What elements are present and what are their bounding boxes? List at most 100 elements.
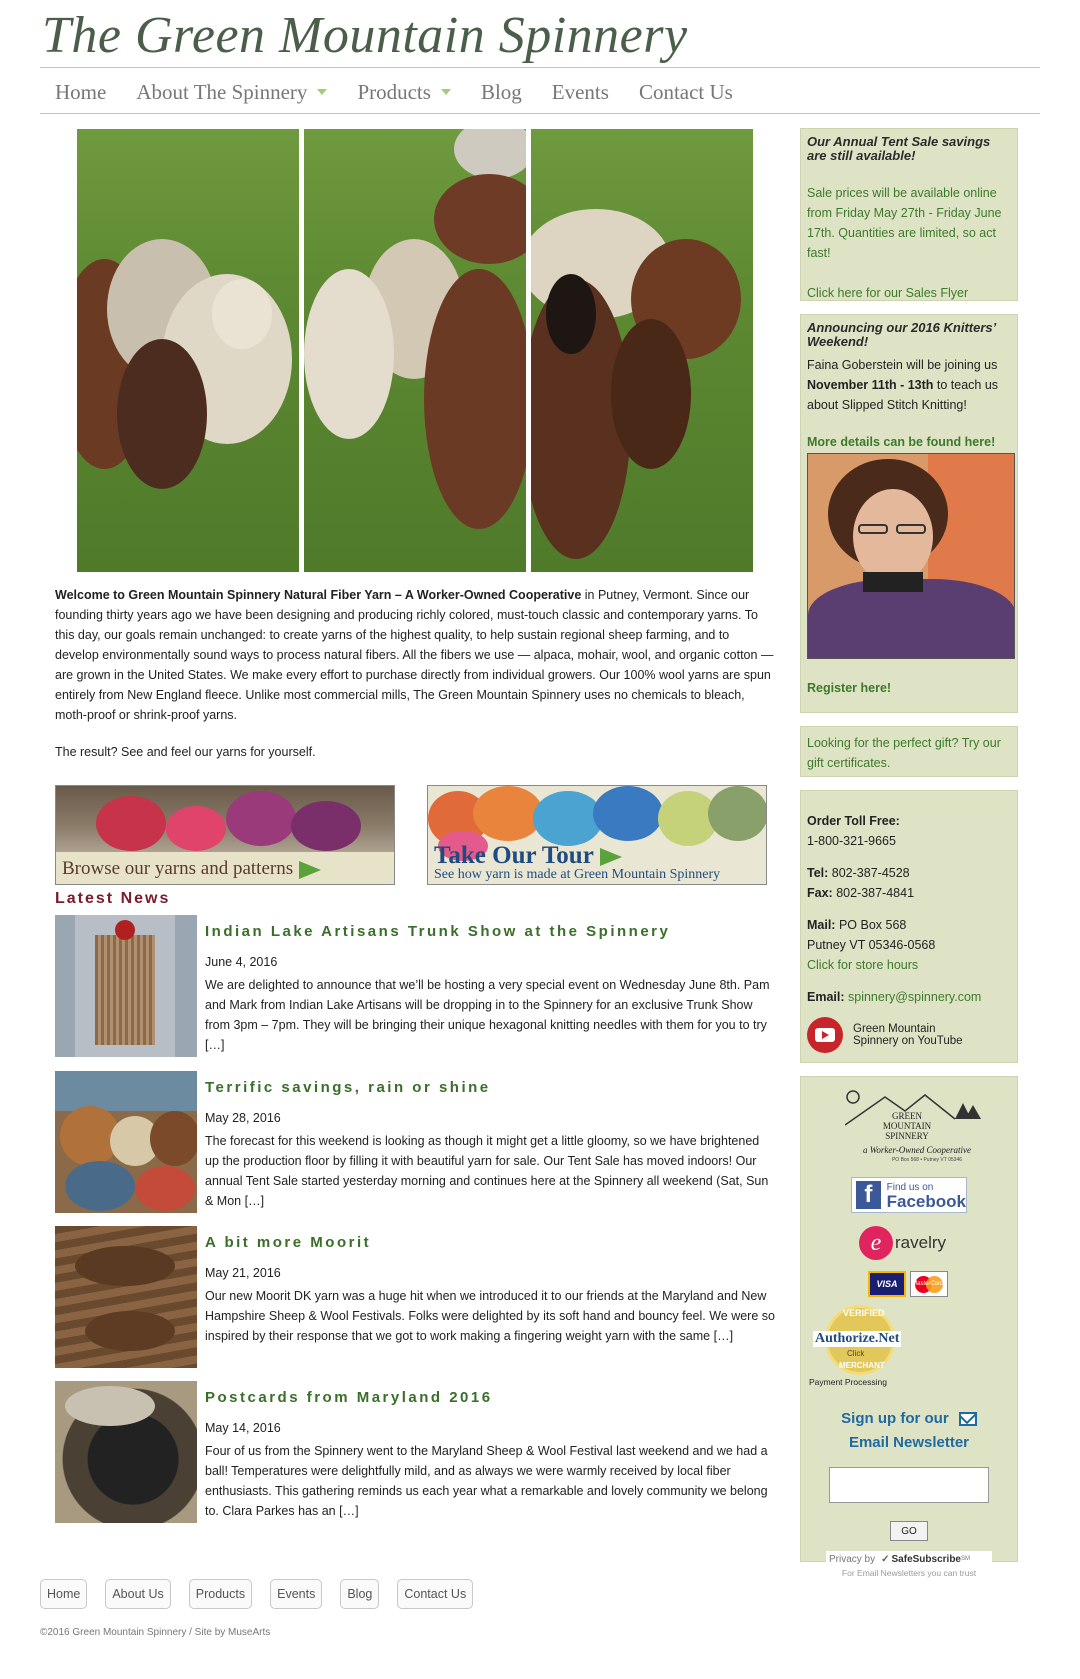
footer-link-contact[interactable]: Contact Us — [397, 1579, 474, 1609]
checkmark-icon: ✓ — [881, 1553, 890, 1565]
card-logos: VISA MasterCard — [868, 1271, 950, 1297]
hero-sheep-triptych — [77, 129, 753, 572]
authorize-net-seal[interactable]: VERIFIED Authorize.Net Click MERCHANT Pa… — [807, 1305, 1011, 1387]
hero-panel-right — [531, 129, 753, 572]
nav-products[interactable]: Products — [357, 80, 451, 105]
newsletter-heading-2: Email Newsletter — [848, 1434, 970, 1451]
gms-logo-line1: GREEN — [892, 1111, 922, 1121]
gift-certificate-text[interactable]: Looking for the perfect gift? Try our gi… — [807, 733, 1011, 773]
hero-panel-left — [77, 129, 299, 572]
authorize-verified: VERIFIED — [843, 1308, 885, 1318]
newsletter-trust: For Email Newsletters you can trust — [841, 1568, 977, 1578]
newsletter-email-input[interactable] — [829, 1467, 989, 1503]
tel-line: Tel: 802-387-4528 — [807, 866, 910, 880]
browse-yarns-banner[interactable]: Browse our yarns and patterns — [55, 785, 395, 885]
nav-label: About The Spinnery — [136, 79, 308, 104]
safesubscribe-badge[interactable]: Privacy by ✓ SafeSubscribe SM — [826, 1551, 992, 1567]
nav-about[interactable]: About The Spinnery — [136, 79, 328, 105]
visa-icon: VISA — [868, 1271, 906, 1297]
gift-certificate-box: Looking for the perfect gift? Try our gi… — [800, 726, 1018, 777]
order-number: 1-800-321-9665 — [807, 834, 896, 848]
nav-home[interactable]: Home — [55, 80, 106, 105]
news-excerpt: The forecast for this weekend is looking… — [205, 1134, 769, 1208]
gms-logo[interactable]: GREEN MOUNTAIN SPINNERY a Worker-Owned C… — [807, 1089, 1011, 1169]
youtube-icon — [807, 1017, 843, 1053]
nav-top-rule — [40, 67, 1040, 68]
news-date: May 21, 2016 — [205, 1266, 281, 1280]
mail-line-2: Putney VT 05346-0568 — [807, 938, 936, 952]
authorize-merchant: MERCHANT — [839, 1361, 885, 1370]
take-tour-subtitle: See how yarn is made at Green Mountain S… — [434, 867, 721, 882]
store-hours-link[interactable]: Click for store hours — [807, 955, 1011, 975]
ravelry-text: ravelry — [895, 1233, 947, 1252]
authorize-name: Authorize.Net — [813, 1331, 902, 1347]
facebook-badge[interactable]: f Find us on Facebook — [851, 1177, 967, 1213]
nav-label: Events — [551, 79, 609, 104]
news-title[interactable]: Terrific savings, rain or shine — [205, 1079, 491, 1096]
arrow-right-icon — [299, 860, 322, 879]
nav-label: Home — [55, 79, 107, 104]
nav-label: Contact Us — [638, 79, 733, 104]
order-toll-free: Order Toll Free: — [807, 814, 900, 828]
authorize-click: Click — [847, 1349, 865, 1358]
news-excerpt: We are delighted to announce that we’ll … — [205, 978, 770, 1052]
authorize-caption: Payment Processing — [809, 1377, 887, 1387]
newsletter-heading-1: Sign up for our — [841, 1410, 949, 1427]
envelope-icon — [958, 1412, 977, 1427]
facebook-icon: f — [856, 1181, 881, 1209]
footer-nav: Home About Us Products Events Blog Conta… — [40, 1579, 481, 1609]
knitters-weekend-body: Faina Goberstein will be joining us Nove… — [807, 358, 999, 412]
footer-link-products[interactable]: Products — [188, 1579, 253, 1609]
news-title[interactable]: Postcards from Maryland 2016 — [205, 1389, 493, 1406]
email-line: Email: spinnery@spinnery.com — [807, 990, 982, 1004]
privacy-by: Privacy by — [829, 1553, 876, 1565]
news-title[interactable]: A bit more Moorit — [205, 1234, 371, 1251]
footer-link-about[interactable]: About Us — [105, 1579, 171, 1609]
gms-logo-tagline: a Worker-Owned Cooperative — [863, 1145, 971, 1155]
welcome-result: The result? See and feel our yarns for y… — [55, 745, 316, 759]
site-title[interactable]: The Green Mountain Spinnery — [42, 6, 688, 65]
footer-link-events[interactable]: Events — [270, 1579, 323, 1609]
footer-link-home[interactable]: Home — [40, 1579, 88, 1609]
ravelry-logo[interactable]: e ravelry — [859, 1225, 959, 1261]
mastercard-icon: MasterCard — [910, 1271, 948, 1297]
gms-logo-address: PO Box 568 • Putney VT 05346 — [891, 1157, 963, 1163]
news-thumbnail-sheep-closeup[interactable] — [55, 1381, 197, 1523]
hero-panel-middle — [304, 129, 526, 572]
nav-events[interactable]: Events — [552, 80, 609, 105]
youtube-label-1: Green Mountain — [853, 1023, 936, 1035]
facebook-big: Facebook — [886, 1192, 966, 1211]
nav-contact[interactable]: Contact Us — [639, 80, 733, 105]
news-excerpt: Our new Moorit DK yarn was a huge hit wh… — [205, 1289, 775, 1343]
news-thumbnail-necklace[interactable] — [55, 915, 197, 1057]
nav-blog[interactable]: Blog — [481, 80, 522, 105]
latest-news-heading: Latest News — [55, 890, 171, 907]
take-tour-banner[interactable]: Take Our Tour See how yarn is made at Gr… — [427, 785, 767, 885]
welcome-body: in Putney, Vermont. Since our founding t… — [55, 588, 774, 722]
sales-flyer-link[interactable]: Click here for our Sales Flyer — [807, 283, 1011, 303]
main-nav: Home About The Spinnery Products Blog Ev… — [40, 70, 748, 114]
youtube-link[interactable]: Green Mountain Spinnery on YouTube — [807, 1017, 1011, 1053]
tent-sale-heading: Our Annual Tent Sale savings are still a… — [807, 134, 991, 163]
instructor-photo[interactable] — [807, 453, 1015, 659]
copyright: ©2016 Green Mountain Spinnery / Site by … — [40, 1627, 271, 1638]
knitters-details-link[interactable]: More details can be found here! — [807, 435, 1011, 449]
fax-line: Fax: 802-387-4841 — [807, 886, 915, 900]
news-date: May 28, 2016 — [205, 1111, 281, 1125]
news-date: May 14, 2016 — [205, 1421, 281, 1435]
mail-line: Mail: PO Box 568 — [807, 918, 907, 932]
logos-newsletter-box: GREEN MOUNTAIN SPINNERY a Worker-Owned C… — [800, 1076, 1018, 1578]
ravelry-icon: e — [859, 1226, 893, 1260]
safesubscribe-name: SafeSubscribe — [891, 1553, 961, 1565]
email-link[interactable]: spinnery@spinnery.com — [848, 990, 981, 1004]
knitters-weekend-heading: Announcing our 2016 Knitters’ Weekend! — [807, 320, 996, 349]
footer-link-blog[interactable]: Blog — [340, 1579, 380, 1609]
news-thumbnail-moorit-yarn[interactable] — [55, 1226, 197, 1368]
welcome-lead: Welcome to Green Mountain Spinnery Natur… — [55, 588, 582, 602]
news-thumbnail-yarn-bins[interactable] — [55, 1071, 197, 1213]
welcome-text: Welcome to Green Mountain Spinnery Natur… — [55, 585, 775, 725]
register-link[interactable]: Register here! — [807, 681, 1011, 695]
newsletter-go-button[interactable]: GO — [890, 1521, 928, 1541]
nav-label: Blog — [480, 79, 522, 104]
news-title[interactable]: Indian Lake Artisans Trunk Show at the S… — [205, 923, 670, 940]
